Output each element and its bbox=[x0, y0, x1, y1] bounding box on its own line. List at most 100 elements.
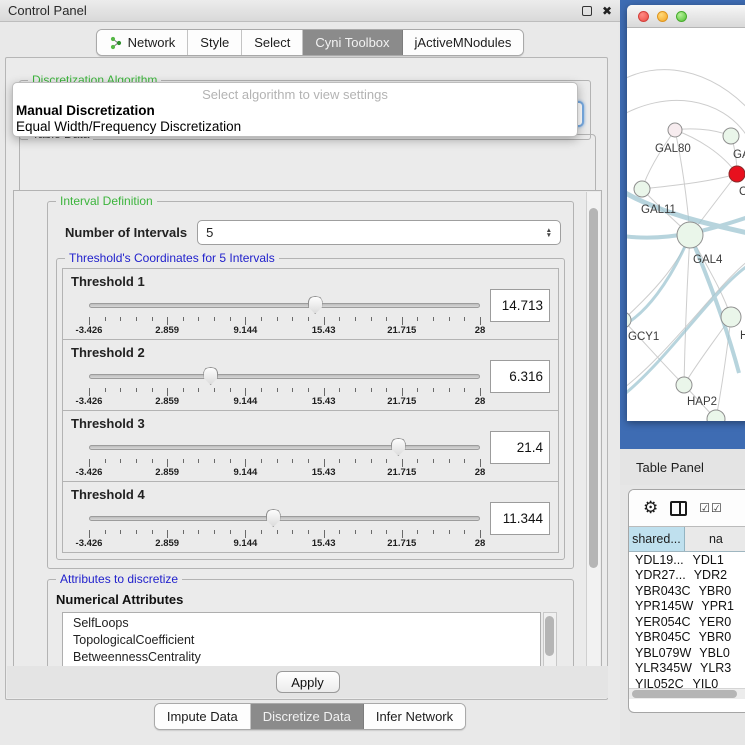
table-row[interactable]: YPR145WYPR1 bbox=[629, 599, 745, 615]
network-node[interactable] bbox=[668, 123, 682, 137]
table-row[interactable]: YLR345WYLR3 bbox=[629, 661, 745, 677]
threshold-slider[interactable]: -3.4262.8599.14415.4321.71528 bbox=[89, 435, 480, 479]
column-header-shared[interactable]: shared... bbox=[629, 527, 685, 551]
stepper-arrows-icon: ▲▼ bbox=[546, 228, 552, 238]
threshold-slider[interactable]: -3.4262.8599.14415.4321.71528 bbox=[89, 293, 480, 337]
horizontal-scrollbar[interactable] bbox=[629, 688, 745, 699]
list-item[interactable]: TopologicalCoefficient bbox=[73, 632, 540, 649]
threshold-label: Threshold 1 bbox=[71, 274, 145, 289]
table-toolbar: ⚙ ☑☑ bbox=[629, 490, 745, 526]
numerical-attributes-label: Numerical Attributes bbox=[56, 592, 183, 607]
slider-thumb-icon[interactable] bbox=[203, 367, 218, 385]
group-title: Interval Definition bbox=[56, 194, 157, 208]
tab-label: Network bbox=[128, 35, 176, 50]
network-node[interactable] bbox=[723, 128, 739, 144]
threshold-value-field[interactable] bbox=[490, 431, 550, 464]
slider-thumb-icon[interactable] bbox=[266, 509, 281, 527]
slider-track[interactable] bbox=[89, 374, 480, 379]
dropdown-option[interactable]: Equal Width/Frequency Discretization bbox=[13, 119, 577, 135]
float-window-icon[interactable] bbox=[582, 6, 592, 16]
vertical-scrollbar[interactable] bbox=[586, 192, 600, 666]
tab-discretize-data[interactable]: Discretize Data bbox=[251, 704, 364, 729]
network-view-window: GAL80GACGAL11GAL4GCY1HHAP2 bbox=[627, 5, 745, 421]
tab-label: jActiveMNodules bbox=[415, 35, 512, 50]
node-label: GAL80 bbox=[655, 143, 691, 155]
table-row[interactable]: YER054CYER0 bbox=[629, 614, 745, 630]
close-traffic-light-icon[interactable] bbox=[638, 11, 649, 22]
tab-select[interactable]: Select bbox=[242, 30, 303, 55]
threshold-value-field[interactable] bbox=[490, 502, 550, 535]
node-label: GAL11 bbox=[641, 204, 676, 216]
slider-tick-labels: -3.4262.8599.14415.4321.71528 bbox=[89, 396, 480, 408]
thick-network-edges bbox=[627, 188, 745, 400]
slider-track[interactable] bbox=[89, 516, 480, 521]
threshold-label: Threshold 4 bbox=[71, 487, 145, 502]
interval-definition-group: Interval Definition Number of Intervals … bbox=[47, 201, 574, 569]
network-node[interactable] bbox=[676, 377, 692, 393]
list-scrollbar[interactable] bbox=[543, 612, 557, 674]
table-row[interactable]: YDR27...YDR2 bbox=[629, 568, 745, 584]
tab-network[interactable]: Network bbox=[97, 30, 189, 55]
tab-label: Impute Data bbox=[167, 709, 238, 724]
network-canvas[interactable]: GAL80GACGAL11GAL4GCY1HHAP2 bbox=[627, 28, 745, 421]
slider-ticks bbox=[89, 459, 480, 467]
threshold-value-field[interactable] bbox=[490, 289, 550, 322]
apply-button[interactable]: Apply bbox=[276, 671, 340, 693]
minimize-traffic-light-icon[interactable] bbox=[657, 11, 668, 22]
tab-jactivemnodules[interactable]: jActiveMNodules bbox=[403, 30, 524, 55]
right-panel: GAL80GACGAL11GAL4GCY1HHAP2 Table Panel ⚙… bbox=[620, 0, 745, 745]
threshold-value-field[interactable] bbox=[490, 360, 550, 393]
node-label: HAP2 bbox=[687, 396, 717, 408]
select-all-checkbox-icon[interactable]: ☑☑ bbox=[699, 501, 723, 515]
network-window-titlebar bbox=[627, 5, 745, 28]
tab-style[interactable]: Style bbox=[188, 30, 242, 55]
table-row[interactable]: YDL19...YDL1 bbox=[629, 552, 745, 568]
list-item[interactable]: SelfLoops bbox=[73, 615, 540, 632]
network-node[interactable] bbox=[634, 181, 650, 197]
slider-thumb-icon[interactable] bbox=[308, 296, 323, 314]
scrollbar-thumb[interactable] bbox=[632, 690, 737, 698]
dropdown-option[interactable]: Manual Discretization bbox=[13, 103, 577, 119]
tab-label: Discretize Data bbox=[263, 709, 351, 724]
tab-infer-network[interactable]: Infer Network bbox=[364, 704, 465, 729]
tab-cyni-toolbox[interactable]: Cyni Toolbox bbox=[303, 30, 402, 55]
table-row[interactable]: YBR045CYBR0 bbox=[629, 630, 745, 646]
top-tabbar: Network Style Select Cyni Toolbox jActiv… bbox=[0, 29, 620, 56]
table-row[interactable]: YBR043CYBR0 bbox=[629, 583, 745, 599]
slider-tick-labels: -3.4262.8599.14415.4321.71528 bbox=[89, 325, 480, 337]
list-item[interactable]: BetweennessCentrality bbox=[73, 649, 540, 666]
table-row[interactable]: YIL052CYIL0 bbox=[629, 676, 745, 688]
panel-title: Control Panel bbox=[8, 3, 87, 18]
number-of-intervals-combobox[interactable]: 5 ▲▼ bbox=[197, 220, 561, 245]
threshold-slider[interactable]: -3.4262.8599.14415.4321.71528 bbox=[89, 364, 480, 408]
zoom-traffic-light-icon[interactable] bbox=[676, 11, 687, 22]
close-icon[interactable]: ✖ bbox=[602, 4, 612, 18]
numerical-attributes-list[interactable]: SelfLoops TopologicalCoefficient Between… bbox=[62, 612, 541, 674]
tab-label: Cyni Toolbox bbox=[315, 35, 389, 50]
gear-icon[interactable]: ⚙ bbox=[643, 498, 658, 518]
network-node[interactable] bbox=[729, 166, 745, 182]
network-node[interactable] bbox=[627, 312, 631, 328]
slider-thumb-icon[interactable] bbox=[391, 438, 406, 456]
network-node[interactable] bbox=[677, 222, 703, 248]
column-header-name[interactable]: na bbox=[685, 527, 745, 551]
settings-scroll-area: Interval Definition Number of Intervals … bbox=[13, 190, 602, 668]
control-panel-titlebar: Control Panel ✖ bbox=[0, 0, 620, 22]
threshold-list: Threshold 1 -3.4262.8599.14415.4321.71528… bbox=[62, 269, 559, 555]
network-node[interactable] bbox=[707, 410, 725, 421]
tab-impute-data[interactable]: Impute Data bbox=[155, 704, 251, 729]
table-row[interactable]: YBL079WYBL0 bbox=[629, 645, 745, 661]
slider-tick-labels: -3.4262.8599.14415.4321.71528 bbox=[89, 538, 480, 550]
threshold-label: Threshold 3 bbox=[71, 416, 145, 431]
threshold-label: Threshold 2 bbox=[71, 345, 145, 360]
network-icon bbox=[109, 36, 123, 50]
cyni-toolbox-panel: Discretization Algorithm ▲▼ Table Data g… bbox=[5, 57, 608, 700]
threshold-panel: Threshold 4 -3.4262.8599.14415.4321.71528 bbox=[62, 481, 559, 553]
network-node[interactable] bbox=[721, 307, 741, 327]
slider-track[interactable] bbox=[89, 445, 480, 450]
scrollbar-thumb[interactable] bbox=[589, 208, 598, 568]
threshold-panel: Threshold 1 -3.4262.8599.14415.4321.71528 bbox=[62, 268, 559, 340]
threshold-slider[interactable]: -3.4262.8599.14415.4321.71528 bbox=[89, 506, 480, 550]
columns-icon[interactable] bbox=[670, 501, 687, 516]
slider-track[interactable] bbox=[89, 303, 480, 308]
